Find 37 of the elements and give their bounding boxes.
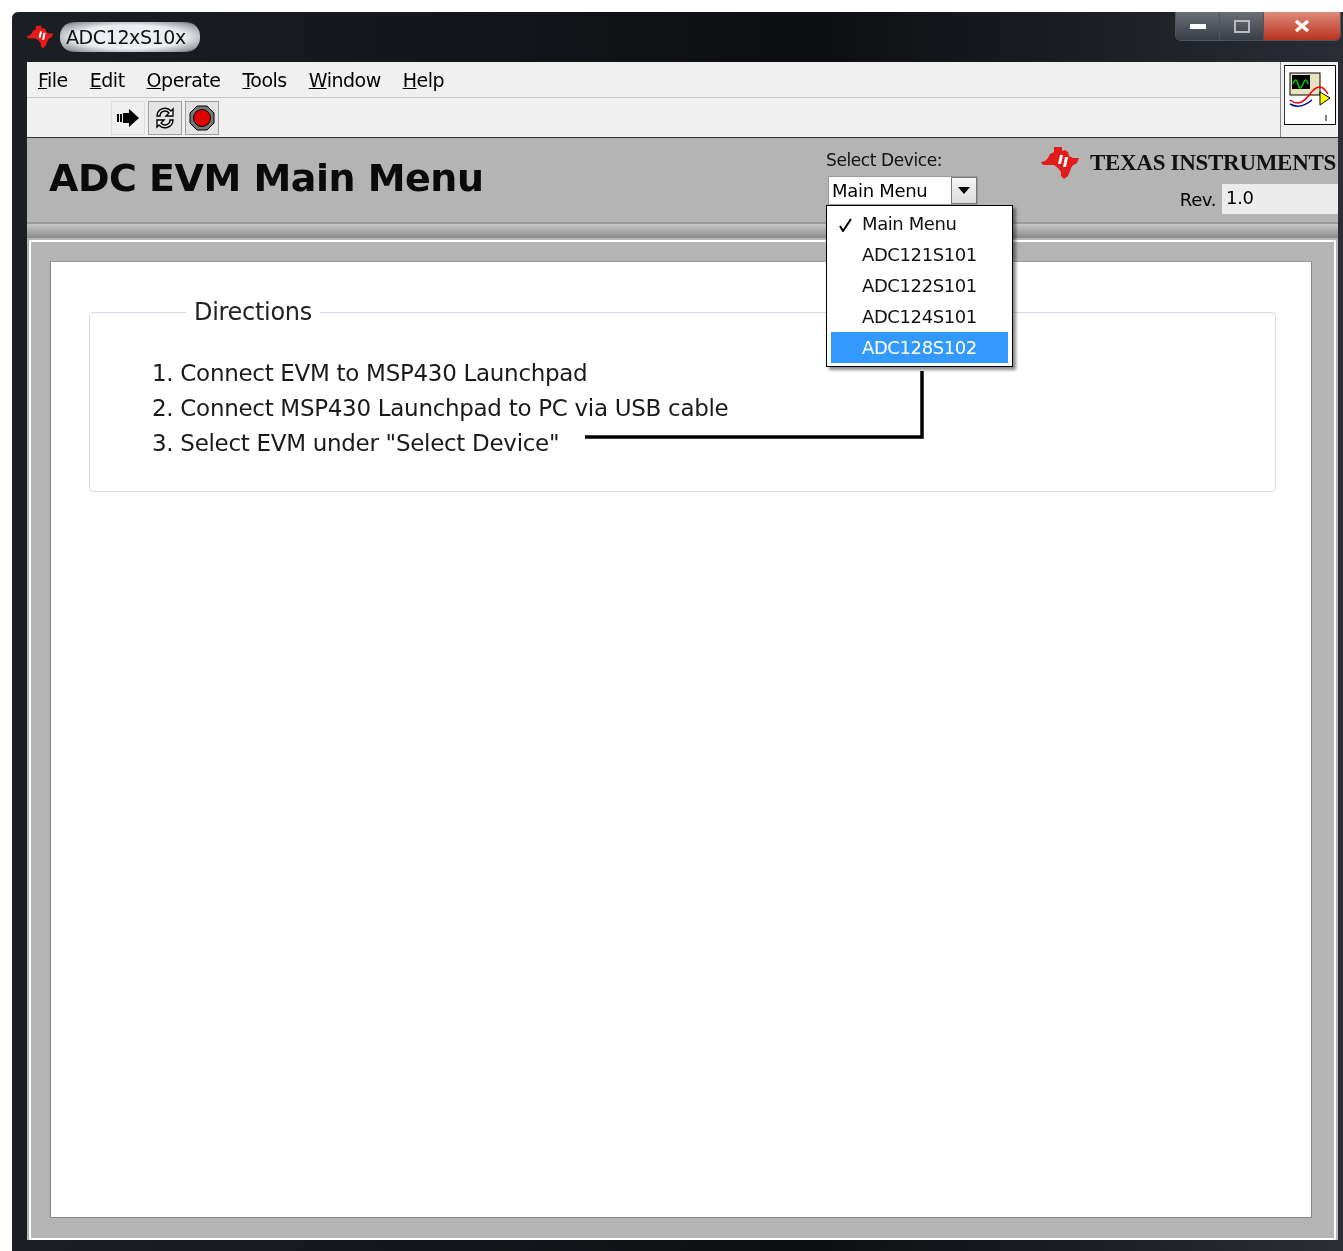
menu-item[interactable]: Window bbox=[308, 68, 381, 91]
stop-icon bbox=[189, 104, 215, 131]
close-icon bbox=[1294, 19, 1310, 33]
direction-step: 2. Connect MSP430 Launchpad to PC via USB cable bbox=[152, 391, 729, 426]
group-title: Directions bbox=[193, 298, 313, 326]
window-title: ADC12xS10x bbox=[60, 22, 200, 52]
run-arrow-icon bbox=[115, 107, 141, 128]
dropdown-option[interactable]: ADC122S101 bbox=[831, 270, 1008, 301]
direction-step: 1. Connect EVM to MSP430 Launchpad bbox=[152, 356, 588, 391]
company-logo-icon bbox=[1039, 144, 1080, 182]
run-button[interactable] bbox=[111, 100, 145, 135]
minimize-button[interactable] bbox=[1176, 12, 1220, 40]
minimize-icon bbox=[1189, 23, 1206, 29]
maximize-icon bbox=[1233, 19, 1250, 33]
device-dropdown[interactable]: Main Menu bbox=[828, 176, 978, 205]
menu-item[interactable]: Edit bbox=[89, 68, 125, 91]
field-label: Select Device: bbox=[826, 150, 943, 170]
menu-item[interactable]: Help bbox=[402, 68, 444, 91]
abort-button[interactable] bbox=[185, 100, 219, 135]
direction-step: 3. Select EVM under "Select Device" bbox=[152, 426, 560, 461]
maximize-button[interactable] bbox=[1220, 12, 1264, 40]
revision-field: 1.0 bbox=[1222, 184, 1338, 214]
close-button[interactable] bbox=[1264, 12, 1340, 40]
company-name: TEXAS INSTRUMENTS bbox=[1089, 150, 1336, 176]
check-icon bbox=[839, 218, 852, 232]
dropdown-option[interactable]: ADC121S101 bbox=[831, 239, 1008, 270]
page-title: ADC EVM Main Menu bbox=[48, 155, 485, 200]
run-continuously-button[interactable] bbox=[148, 100, 182, 135]
dropdown-option[interactable]: ADC124S101 bbox=[831, 301, 1008, 332]
app-logo-icon bbox=[26, 24, 54, 50]
dropdown-arrow-icon bbox=[958, 187, 970, 194]
menu-item[interactable]: File bbox=[38, 68, 68, 91]
menu-item[interactable]: Operate bbox=[146, 68, 221, 91]
dropdown-option[interactable]: Main Menu bbox=[831, 208, 1008, 239]
menu-item[interactable]: Tools bbox=[242, 68, 287, 91]
field-label: Rev. bbox=[1179, 188, 1216, 210]
vi-icon bbox=[1284, 65, 1336, 125]
